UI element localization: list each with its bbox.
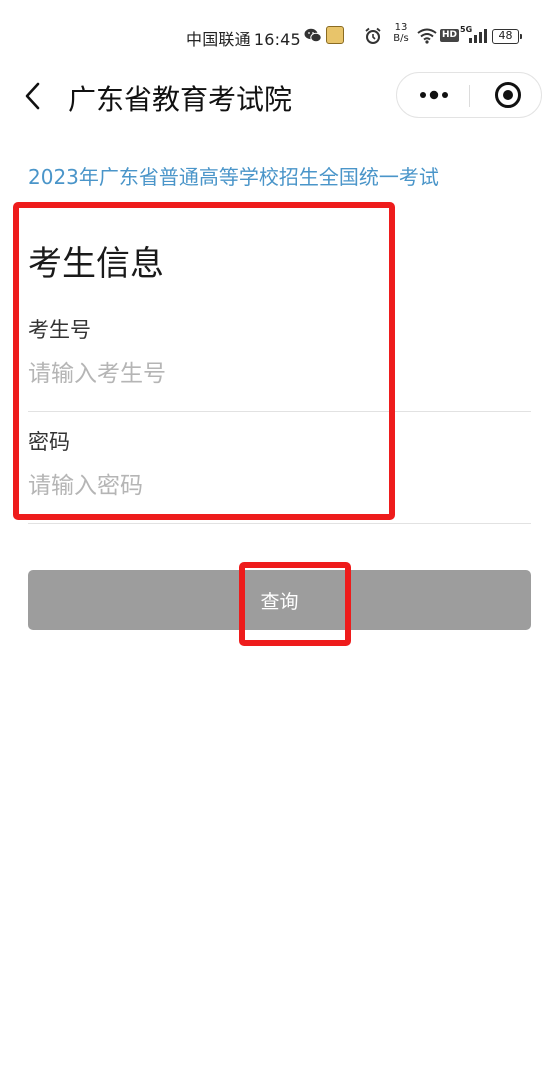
back-button[interactable]: [18, 80, 50, 112]
candidate-id-label: 考生号: [28, 318, 91, 342]
exam-title: 2023年广东省普通高等学校招生全国统一考试: [28, 165, 439, 189]
candidate-id-input[interactable]: [28, 358, 531, 390]
more-dots-icon: [420, 90, 448, 100]
field-divider: [28, 411, 531, 412]
navigation-bar: 广东省教育考试院: [0, 72, 559, 120]
more-button[interactable]: [397, 73, 469, 117]
network-speed-value: 13: [394, 22, 408, 33]
mini-program-capsule: [396, 72, 542, 118]
battery-level: 48: [498, 29, 513, 42]
alarm-icon: [365, 27, 381, 44]
status-time: 16:45: [253, 30, 301, 49]
status-left: 中国联通 16:45: [186, 26, 301, 50]
hd-badge: HD: [440, 29, 460, 42]
signal-strength-icon: [469, 29, 487, 43]
close-mini-program-button[interactable]: [470, 73, 542, 117]
page-title: 广东省教育考试院: [68, 83, 293, 116]
section-heading: 考生信息: [28, 244, 164, 284]
query-button[interactable]: 查询: [28, 570, 531, 630]
app-notification-icon: [326, 26, 344, 44]
password-input[interactable]: [28, 470, 531, 502]
target-close-icon: [495, 82, 521, 108]
battery-icon: 48: [492, 29, 522, 44]
carrier-name: 中国联通: [186, 30, 251, 49]
network-speed: 13 B/s: [389, 22, 413, 44]
password-field: 密码: [28, 426, 531, 524]
wifi-icon: [417, 28, 437, 44]
field-divider: [28, 523, 531, 524]
wechat-icon: [304, 28, 322, 43]
candidate-id-field: 考生号: [28, 314, 531, 412]
network-speed-unit: B/s: [393, 33, 409, 44]
password-label: 密码: [28, 430, 70, 454]
chevron-left-icon: [25, 82, 40, 110]
status-bar: 中国联通 16:45 13 B/s HD 5G 48: [0, 0, 559, 72]
